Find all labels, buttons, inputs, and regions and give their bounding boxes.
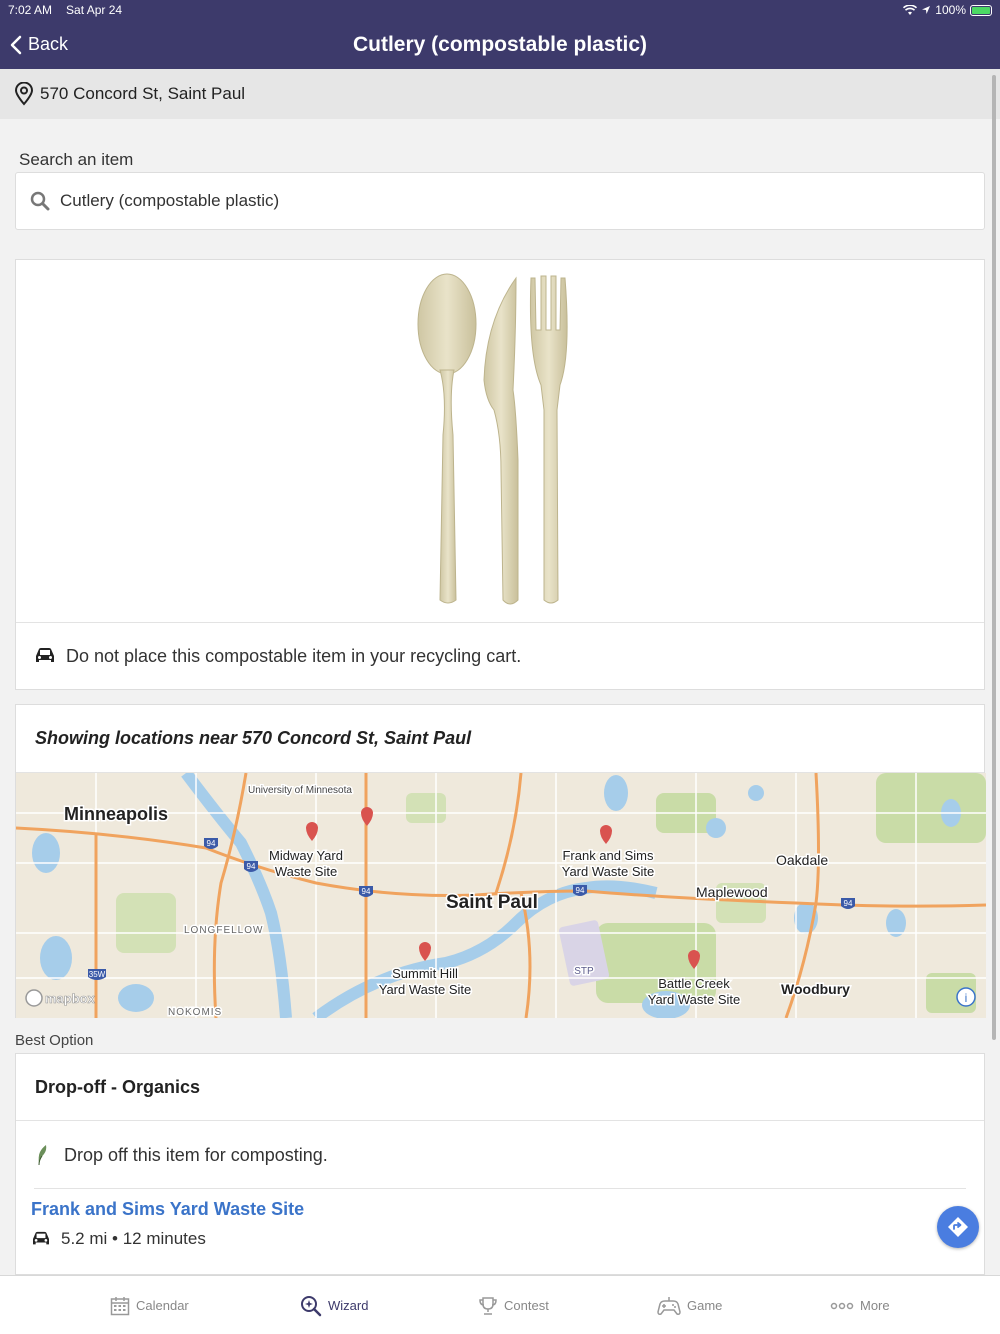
battery-icon [970, 4, 992, 16]
map-shield-94d: 94 [576, 886, 585, 895]
best-option-card: Drop-off - Organics Drop off this item f… [15, 1053, 985, 1275]
cutlery-illustration [417, 273, 568, 605]
item-disposal-note: Do not place this compostable item in yo… [16, 622, 984, 689]
wifi-icon [903, 4, 918, 15]
more-icon [830, 1302, 854, 1309]
site-distance-text: 5.2 mi • 12 minutes [61, 1229, 206, 1248]
map-shield-94e: 94 [844, 899, 853, 908]
locations-title: Showing locations near 570 Concord St, S… [16, 705, 984, 773]
search-icon [30, 191, 50, 211]
map-shield-94b: 94 [247, 862, 256, 871]
map-label-battle-2: Yard Waste Site [648, 992, 740, 1007]
map-shield-94c: 94 [362, 887, 371, 896]
back-label: Back [28, 34, 69, 54]
address-bar[interactable]: 570 Concord St, Saint Paul [0, 69, 1000, 119]
page-title: Cutlery (compostable plastic) [352, 32, 648, 56]
game-icon [657, 1296, 681, 1315]
map-label-stp: STP [574, 966, 594, 977]
tab-calendar-label: Calendar [136, 1298, 189, 1313]
wizard-search-icon [301, 1295, 322, 1316]
site-link[interactable]: Frank and Sims Yard Waste Site [31, 1199, 304, 1220]
car-icon [36, 648, 54, 662]
item-card: Do not place this compostable item in yo… [15, 259, 985, 690]
map-label-nokomis: NOKOMIS [168, 1007, 222, 1018]
car-icon [33, 1231, 49, 1245]
map-label-summit-2: Yard Waste Site [379, 982, 471, 997]
scrollbar[interactable] [992, 75, 996, 1040]
directions-button[interactable] [937, 1206, 979, 1248]
map-canvas[interactable]: 94 94 94 94 94 35W Minneapolis Universit… [16, 773, 986, 1018]
tab-calendar[interactable]: Calendar [110, 1276, 189, 1334]
navigation-bar: Back Cutlery (compostable plastic) [0, 20, 1000, 69]
mapbox-logo-text: mapbox [45, 991, 96, 1006]
location-arrow-icon [922, 6, 931, 14]
map-shield-35w: 35W [89, 970, 106, 979]
map-label-summit-1: Summit Hill [392, 966, 458, 981]
site-distance: 5.2 mi • 12 minutes [31, 1229, 206, 1249]
best-option-label: Best Option [15, 1032, 94, 1049]
battery-percent: 100% [935, 3, 966, 17]
mapbox-logo-icon [25, 989, 43, 1007]
map-label-university: University of Minnesota [248, 785, 352, 796]
map-label-frank-2: Yard Waste Site [562, 864, 654, 879]
option-title: Drop-off - Organics [16, 1054, 984, 1121]
search-label: Search an item [19, 150, 134, 169]
map-label-battle-1: Battle Creek [658, 976, 730, 991]
option-note-text: Drop off this item for composting. [64, 1144, 328, 1165]
location-pin-icon [14, 82, 34, 106]
map-label-maplewood: Maplewood [696, 884, 768, 900]
map-label-frank-1: Frank and Sims [562, 848, 654, 863]
item-image [16, 260, 984, 622]
tab-wizard[interactable]: Wizard [300, 1276, 368, 1334]
tab-game-label: Game [687, 1298, 723, 1313]
tab-wizard-label: Wizard [328, 1298, 369, 1313]
map-label-midway-1: Midway Yard [269, 848, 343, 863]
map-label-woodbury: Woodbury [781, 981, 850, 997]
map-label-midway-2: Waste Site [275, 864, 337, 879]
map-shield-94: 94 [207, 839, 216, 848]
tab-more-label: More [860, 1298, 890, 1313]
map-label-minneapolis: Minneapolis [64, 804, 168, 824]
tab-game[interactable]: Game [657, 1276, 722, 1334]
tab-bar: Calendar Wizard Contest Game More [0, 1275, 1000, 1334]
status-indicators: 100% [903, 3, 992, 17]
tab-contest[interactable]: Contest [478, 1276, 549, 1334]
map-info-glyph: i [965, 991, 968, 1005]
address-text: 570 Concord St, Saint Paul [40, 84, 246, 103]
item-note-text: Do not place this compostable item in yo… [66, 645, 522, 666]
map-view[interactable]: 94 94 94 94 94 35W Minneapolis Universit… [16, 773, 986, 1018]
map-info-icon[interactable]: i [956, 987, 976, 1007]
search-value: Cutlery (compostable plastic) [60, 191, 280, 210]
map-label-oakdale: Oakdale [776, 852, 828, 868]
leaf-icon [38, 1145, 47, 1166]
map-label-longfellow: LONGFELLOW [184, 925, 263, 936]
status-bar: 7:02 AM Sat Apr 24 100% [0, 0, 1000, 20]
option-note: Drop off this item for composting. [34, 1122, 966, 1189]
back-button[interactable]: Back [10, 20, 68, 69]
map-label-saint-paul: Saint Paul [446, 892, 538, 913]
locations-card: Showing locations near 570 Concord St, S… [15, 704, 986, 1018]
tab-contest-label: Contest [504, 1298, 549, 1313]
calendar-icon [110, 1296, 130, 1315]
status-time: 7:02 AM [8, 3, 53, 17]
chevron-left-icon [10, 35, 22, 54]
directions-icon [948, 1217, 968, 1237]
tab-more[interactable]: More [830, 1276, 890, 1334]
trophy-icon [479, 1296, 497, 1315]
status-date: Sat Apr 24 [66, 3, 123, 17]
search-input[interactable]: Cutlery (compostable plastic) [15, 172, 985, 230]
